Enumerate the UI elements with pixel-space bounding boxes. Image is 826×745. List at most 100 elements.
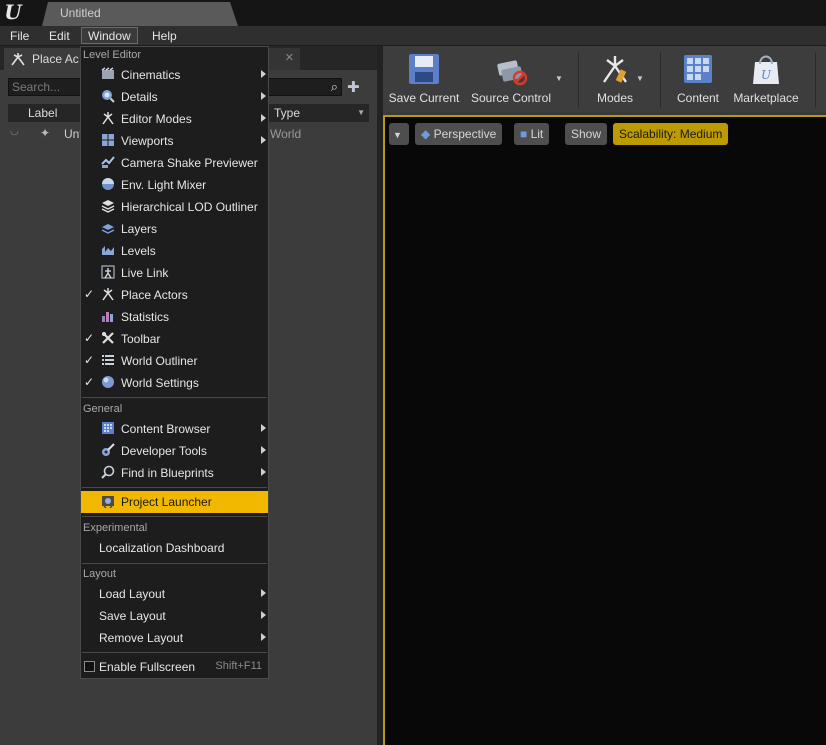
toolbar-divider xyxy=(660,52,661,108)
section-layout: Layout xyxy=(83,568,117,580)
menu-item-place-actors[interactable]: ✓ Place Actors xyxy=(81,284,268,306)
show-button[interactable]: Show xyxy=(565,123,608,145)
menu-window[interactable]: Window xyxy=(81,27,138,44)
content-button[interactable]: Content xyxy=(671,46,725,112)
menu-item-label: Editor Modes xyxy=(121,112,192,126)
source-control-button[interactable]: Source Control xyxy=(467,46,555,112)
menu-item-remove-layout[interactable]: Remove Layout xyxy=(81,627,268,649)
menu-item-camera-shake-previewer[interactable]: Camera Shake Previewer xyxy=(81,152,268,174)
column-type[interactable]: Type xyxy=(274,106,300,120)
chevron-down-icon[interactable]: ▼ xyxy=(555,74,563,83)
project-launcher-icon xyxy=(100,494,116,510)
lit-button[interactable]: ■ Lit xyxy=(514,123,550,145)
title-bar: U Untitled xyxy=(0,0,826,26)
document-tab[interactable]: Untitled xyxy=(42,2,238,26)
menu-item-cinematics[interactable]: Cinematics xyxy=(81,64,268,86)
marketplace-button[interactable]: U Marketplace xyxy=(729,46,803,112)
menu-divider xyxy=(82,652,267,653)
chevron-down-icon[interactable]: ▼ xyxy=(357,108,365,117)
search-icon[interactable]: ⌕ xyxy=(331,79,338,95)
menu-item-enable-fullscreen[interactable]: Enable Fullscreen Shift+F11 xyxy=(81,656,268,678)
submenu-arrow-icon xyxy=(261,92,266,100)
menu-item-label: Localization Dashboard xyxy=(99,541,225,555)
menu-item-viewports[interactable]: Viewports xyxy=(81,130,268,152)
menu-item-label: Enable Fullscreen xyxy=(99,660,196,674)
column-label[interactable]: Label xyxy=(28,106,57,120)
content-label: Content xyxy=(676,91,720,105)
menu-item-statistics[interactable]: Statistics xyxy=(81,306,268,328)
menu-item-project-launcher[interactable]: Project Launcher xyxy=(81,491,268,513)
world-icon: ✦ xyxy=(40,126,51,140)
viewport-options-button[interactable]: ▼ xyxy=(389,123,409,145)
menu-item-content-browser[interactable]: Content Browser xyxy=(81,418,268,440)
menu-item-details[interactable]: Details xyxy=(81,86,268,108)
scalability-button[interactable]: Scalability: Medium xyxy=(613,123,729,145)
svg-text:U: U xyxy=(761,68,772,82)
menu-item-editor-modes[interactable]: Editor Modes xyxy=(81,108,268,130)
modes-button[interactable]: Modes xyxy=(588,46,642,112)
menu-item-label: Toolbar xyxy=(121,332,161,346)
world-outliner-icon xyxy=(100,353,116,369)
modes-label: Modes xyxy=(596,91,634,105)
close-icon[interactable]: ✕ xyxy=(285,51,294,64)
check-icon: ✓ xyxy=(84,353,95,367)
menu-file[interactable]: File xyxy=(4,28,35,45)
marketplace-icon: U xyxy=(749,52,783,86)
toolbar-divider xyxy=(815,52,816,108)
menu-help[interactable]: Help xyxy=(146,28,183,45)
save-current-button[interactable]: Save Current xyxy=(387,46,461,112)
fullscreen-checkbox[interactable] xyxy=(84,661,95,672)
menu-item-load-layout[interactable]: Load Layout xyxy=(81,583,268,605)
cinematics-icon xyxy=(100,67,116,83)
live-link-icon xyxy=(100,265,116,281)
menu-divider xyxy=(82,563,267,564)
menu-item-localization-dashboard[interactable]: Localization Dashboard xyxy=(81,537,268,559)
menu-item-label: World Outliner xyxy=(121,354,198,368)
perspective-button[interactable]: ◆ Perspective xyxy=(415,123,503,145)
show-label: Show xyxy=(571,127,602,141)
menu-item-label: Levels xyxy=(121,244,156,258)
menu-item-label: Developer Tools xyxy=(121,444,207,458)
menu-edit[interactable]: Edit xyxy=(43,28,76,45)
menu-item-find-in-blueprints[interactable]: Find in Blueprints xyxy=(81,462,268,484)
menu-item-layers[interactable]: Layers xyxy=(81,218,268,240)
menu-item-world-settings[interactable]: ✓ World Settings xyxy=(81,372,268,394)
menu-item-label: World Settings xyxy=(121,376,199,390)
menu-item-label: Place Actors xyxy=(121,288,188,302)
menu-item-label: Find in Blueprints xyxy=(121,466,214,480)
expand-icon[interactable]: ◡ xyxy=(10,126,19,137)
menu-item-toolbar[interactable]: ✓ Toolbar xyxy=(81,328,268,350)
row-type: World xyxy=(270,127,302,141)
menu-divider xyxy=(82,397,267,398)
statistics-icon xyxy=(100,309,116,325)
levels-icon xyxy=(100,243,116,259)
developer-tools-icon xyxy=(100,443,116,459)
menu-item-developer-tools[interactable]: Developer Tools xyxy=(81,440,268,462)
layers-icon xyxy=(100,221,116,237)
add-actor-icon[interactable]: ✚ xyxy=(347,78,360,96)
place-actors-icon xyxy=(100,287,116,303)
menu-item-hlod-outliner[interactable]: Hierarchical LOD Outliner xyxy=(81,196,268,218)
submenu-arrow-icon xyxy=(261,611,266,619)
section-experimental: Experimental xyxy=(83,522,148,534)
find-icon xyxy=(100,465,116,481)
menu-item-env-light-mixer[interactable]: Env. Light Mixer xyxy=(81,174,268,196)
unreal-logo-icon[interactable]: U xyxy=(2,1,24,23)
check-icon: ✓ xyxy=(84,287,95,301)
scalability-label: Scalability: Medium xyxy=(619,127,723,141)
menu-item-label: Cinematics xyxy=(121,68,181,82)
menu-item-label: Env. Light Mixer xyxy=(121,178,207,192)
menu-item-live-link[interactable]: Live Link xyxy=(81,262,268,284)
menu-item-label: Save Layout xyxy=(99,609,166,623)
camera-shake-icon xyxy=(100,155,116,171)
main-toolbar: Save Current Source Control ▼ Modes ▼ Co… xyxy=(383,46,826,112)
source-control-label: Source Control xyxy=(470,91,552,105)
chevron-down-icon[interactable]: ▼ xyxy=(636,74,644,83)
menu-item-world-outliner[interactable]: ✓ World Outliner xyxy=(81,350,268,372)
marketplace-label: Marketplace xyxy=(733,91,799,105)
menu-item-save-layout[interactable]: Save Layout xyxy=(81,605,268,627)
level-viewport[interactable]: ▼ ◆ Perspective ■ Lit Show Scalability: … xyxy=(383,115,826,745)
chevron-down-icon: ▼ xyxy=(393,130,402,140)
menu-item-levels[interactable]: Levels xyxy=(81,240,268,262)
viewports-icon xyxy=(100,133,116,149)
